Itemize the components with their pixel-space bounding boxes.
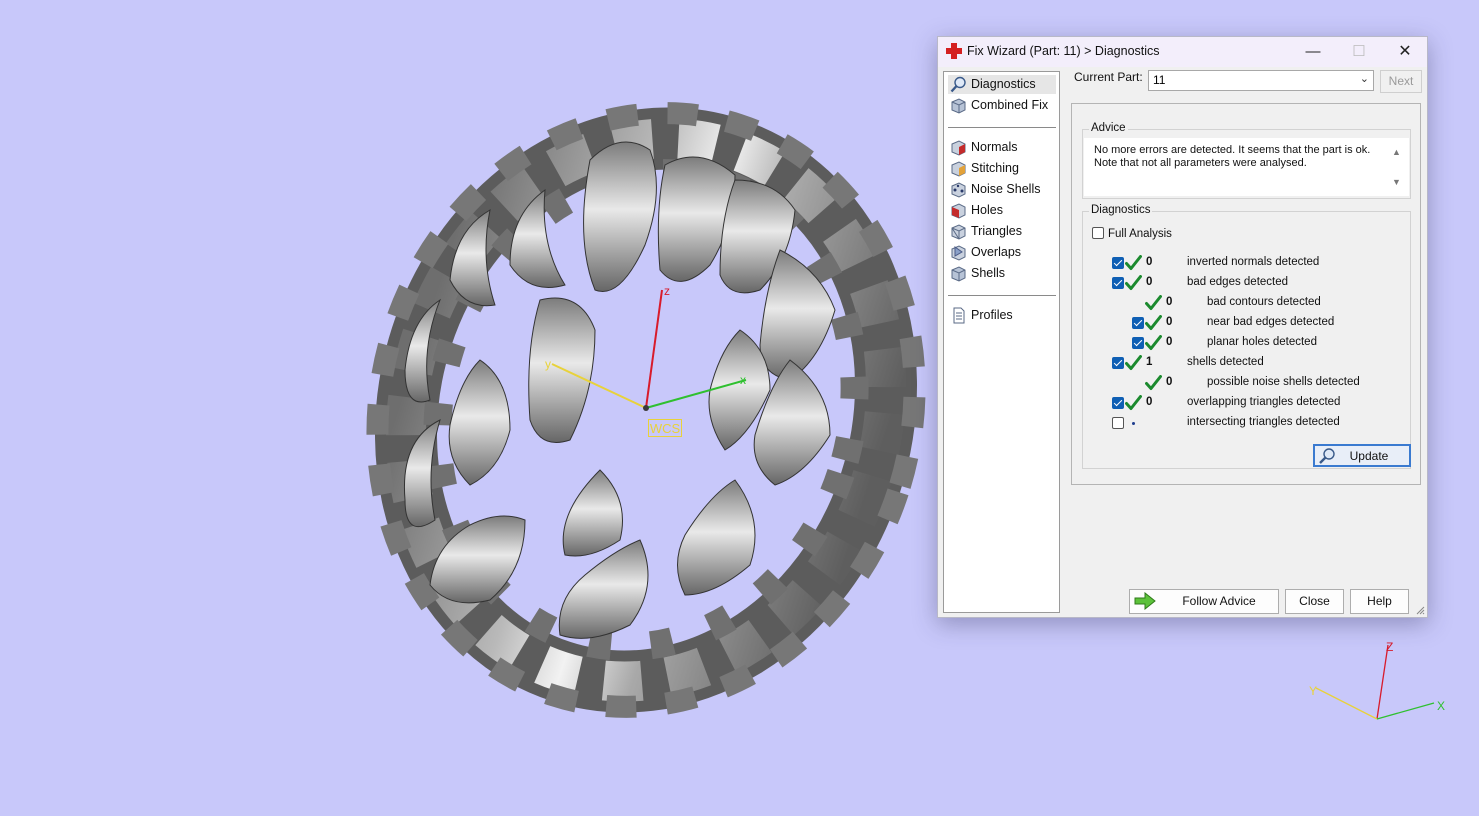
triad-z-label: Z [1386, 640, 1393, 654]
nav-item-holes[interactable]: Holes [948, 201, 1056, 220]
advice-title: Advice [1089, 122, 1128, 134]
diagnostics-group: Diagnostics Full Analysis 0 inverted norm… [1082, 204, 1411, 469]
nav-item-noise-shells[interactable]: Noise Shells [948, 180, 1056, 199]
nav-item-normals[interactable]: Normals [948, 138, 1056, 157]
advice-line: Note that not all parameters were analys… [1094, 157, 1307, 169]
diagnostic-checkbox[interactable] [1132, 337, 1144, 349]
diagnostics-panel: Advice No more errors are detected. It s… [1071, 103, 1421, 485]
full-analysis-label: Full Analysis [1108, 228, 1172, 240]
diagnostic-count: 0 [1166, 376, 1173, 388]
diagnostic-count: 0 [1166, 336, 1173, 348]
nav-item-overlaps[interactable]: Overlaps [948, 243, 1056, 262]
green-arrow-icon [1134, 592, 1156, 610]
check-mark-icon [1145, 335, 1162, 351]
next-button[interactable]: Next [1380, 70, 1422, 93]
maximize-button[interactable]: ☐ [1336, 37, 1382, 67]
diagnostic-checkbox[interactable] [1132, 317, 1144, 329]
pending-dot-icon [1132, 422, 1135, 425]
diagnostic-label: bad contours detected [1207, 296, 1321, 308]
diagnostic-checkbox[interactable] [1112, 357, 1124, 369]
diagnostic-label: near bad edges detected [1207, 316, 1335, 328]
shells-icon [951, 266, 966, 282]
scroll-down-icon[interactable]: ▼ [1392, 177, 1401, 187]
diagnostic-label: shells detected [1187, 356, 1264, 368]
magnifier-icon [950, 76, 966, 93]
diagnostic-count: 0 [1166, 296, 1173, 308]
chevron-down-icon: ⌄ [1359, 73, 1369, 85]
axis-y-label: y [545, 357, 551, 371]
diagnostic-checkbox[interactable] [1112, 417, 1124, 429]
help-button[interactable]: Help [1350, 589, 1409, 614]
advice-line: No more errors are detected. It seems th… [1094, 144, 1371, 156]
nav-item-diagnostics[interactable]: Diagnostics [948, 75, 1056, 94]
diagnostic-count: 0 [1146, 256, 1153, 268]
axis-z-label: z [664, 284, 670, 298]
check-mark-icon [1145, 315, 1162, 331]
diagnostic-checkbox[interactable] [1112, 397, 1124, 409]
resize-grip-icon[interactable] [1415, 605, 1425, 615]
nav-item-profiles[interactable]: Profiles [948, 306, 1056, 325]
check-mark-icon [1145, 295, 1162, 311]
current-part-select[interactable]: 11 ⌄ [1148, 70, 1374, 91]
document-icon [953, 307, 965, 324]
cube-icon [951, 98, 966, 114]
scroll-up-icon[interactable]: ▲ [1392, 147, 1401, 157]
check-mark-icon [1145, 375, 1162, 391]
triad-x-label: X [1437, 699, 1445, 713]
noise-shells-icon [951, 182, 966, 198]
check-mark-icon [1125, 395, 1142, 411]
triangles-icon [951, 224, 966, 240]
nav-separator [948, 127, 1056, 128]
fix-wizard-dialog: Fix Wizard (Part: 11) > Diagnostics — ☐ … [937, 36, 1428, 618]
diagnostic-checkbox[interactable] [1112, 257, 1124, 269]
diagnostic-label: planar holes detected [1207, 336, 1317, 348]
diagnostic-checkbox[interactable] [1112, 277, 1124, 289]
full-analysis-checkbox[interactable] [1092, 227, 1104, 239]
diagnostic-count: 0 [1146, 276, 1153, 288]
follow-advice-button[interactable]: Follow Advice [1129, 589, 1279, 614]
nav-item-combined-fix[interactable]: Combined Fix [948, 96, 1056, 115]
axis-x-label: x [740, 373, 746, 387]
advice-textbox[interactable]: No more errors are detected. It seems th… [1084, 138, 1409, 196]
overlaps-icon [951, 245, 966, 261]
normals-icon [951, 140, 966, 156]
wcs-label: WCS [648, 419, 682, 437]
diagnostic-count: 0 [1146, 396, 1153, 408]
triad-y-label: Y [1309, 684, 1317, 698]
title-bar[interactable]: Fix Wizard (Part: 11) > Diagnostics — ☐ … [938, 37, 1427, 67]
diagnostic-count: 1 [1146, 356, 1153, 368]
nav-item-triangles[interactable]: Triangles [948, 222, 1056, 241]
diagnostics-title: Diagnostics [1089, 204, 1153, 216]
current-part-label: Current Part: [1074, 70, 1143, 84]
diagnostic-label: possible noise shells detected [1207, 376, 1360, 388]
check-mark-icon [1125, 355, 1142, 371]
check-mark-icon [1125, 275, 1142, 291]
current-part-value: 11 [1153, 73, 1166, 87]
diagnostic-label: inverted normals detected [1187, 256, 1320, 268]
holes-icon [951, 203, 966, 219]
red-cross-app-icon [946, 43, 962, 59]
nav-item-shells[interactable]: Shells [948, 264, 1056, 283]
orientation-triad: Z Y X [1309, 640, 1445, 720]
window-title: Fix Wizard (Part: 11) > Diagnostics [967, 44, 1160, 58]
update-button[interactable]: Update [1313, 444, 1411, 467]
diagnostic-label: intersecting triangles detected [1187, 416, 1340, 428]
nav-separator [948, 295, 1056, 296]
nav-item-stitching[interactable]: Stitching [948, 159, 1056, 178]
wizard-nav: Diagnostics Combined Fix Normals Stitchi… [943, 71, 1060, 613]
minimize-button[interactable]: — [1290, 37, 1336, 67]
diagnostic-label: bad edges detected [1187, 276, 1289, 288]
advice-group: Advice No more errors are detected. It s… [1082, 122, 1411, 199]
diagnostic-count: 0 [1166, 316, 1173, 328]
close-window-button[interactable]: ✕ [1382, 37, 1428, 67]
stitching-icon [951, 161, 966, 177]
diagnostic-label: overlapping triangles detected [1187, 396, 1341, 408]
close-button[interactable]: Close [1285, 589, 1344, 614]
check-mark-icon [1125, 255, 1142, 271]
